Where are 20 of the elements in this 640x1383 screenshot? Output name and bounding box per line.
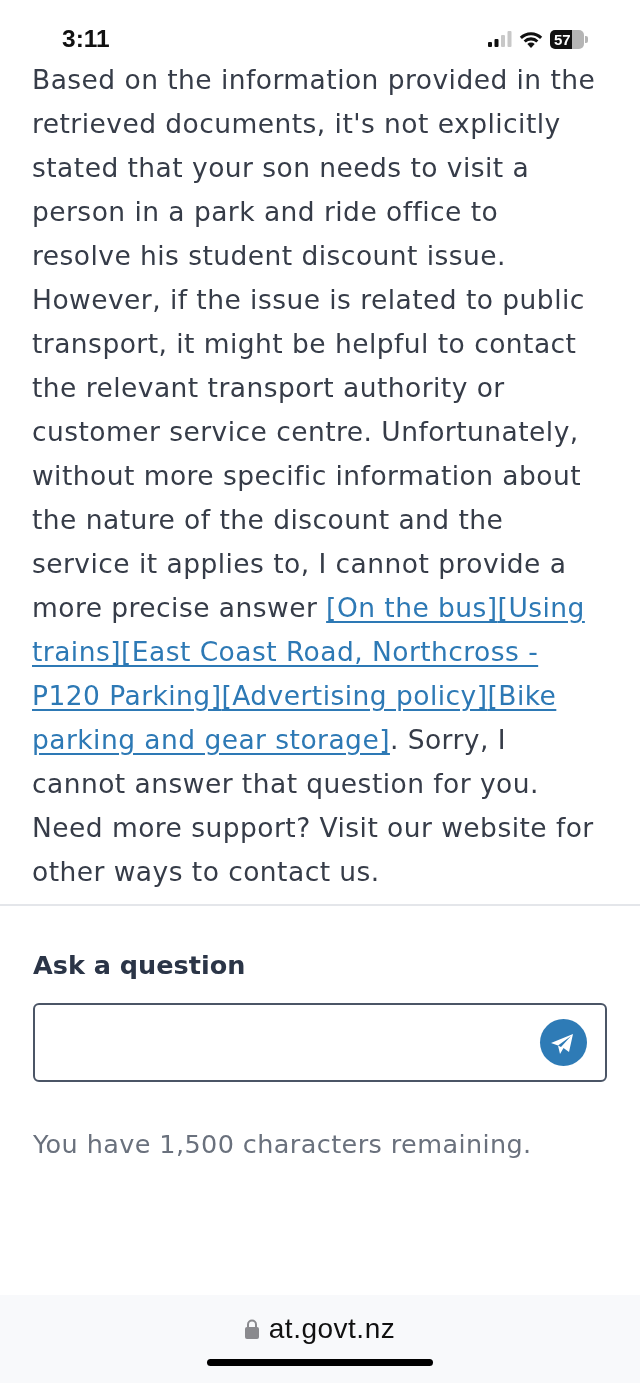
signal-icon <box>488 31 512 47</box>
source-link[interactable]: [Advertising policy] <box>221 680 488 711</box>
lock-icon <box>244 1319 259 1339</box>
url-text[interactable]: at.govt.nz <box>268 1313 396 1345</box>
question-label: Ask a question <box>33 949 247 982</box>
source-link[interactable]: trains] <box>32 636 121 667</box>
answer-text: Based on the information provided in the retrieved documents, it's not explicitly stated that your son needs to visit a person in a park and ride office to resolve his student discount issue. However, if the issue is related to public transport, it might be helpful to contact the relevant transport authority or customer service centre. Unfortunately, without more specific information about the nature of the discount and the service it applies to, I cannot provide a more precise answer [On the bus][Using trains][East Coast Road, Northcross - P120 Parking][Advertising policy][Bike parking and gear storage]. Sorry, I cannot answer that question for you. Need more support? Visit our website for other ways to contact us. <box>31 63 597 889</box>
question-field[interactable] <box>33 1003 607 1082</box>
wifi-icon <box>519 30 543 48</box>
source-link[interactable]: [East Coast Road, Northcross - <box>121 636 539 667</box>
status-time: 3:11 <box>62 25 110 53</box>
source-link[interactable]: [Using <box>497 592 585 623</box>
source-link[interactable]: P120 Parking] <box>32 680 222 711</box>
send-icon <box>551 1033 573 1054</box>
send-button[interactable] <box>540 1019 587 1066</box>
source-link[interactable]: [On the bus] <box>326 592 498 623</box>
source-link[interactable]: [Bike <box>487 680 557 711</box>
battery-indicator: 57 <box>550 29 588 49</box>
characters-remaining: You have 1,500 characters remaining. <box>33 1128 533 1161</box>
source-link[interactable]: parking and gear storage] <box>32 724 390 755</box>
